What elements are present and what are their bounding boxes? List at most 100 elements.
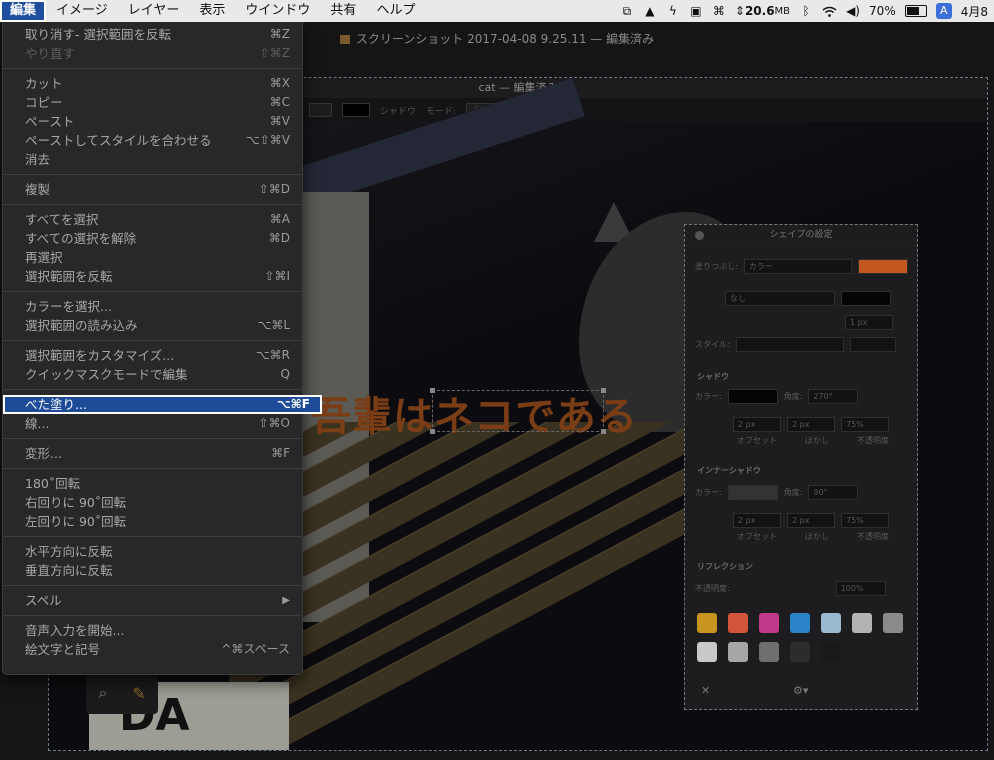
menu-item[interactable]: 取り消す- 選択範囲を反転 ⌘Z (3, 25, 302, 44)
menu-item[interactable]: 音声入力を開始... (3, 621, 302, 640)
menu-separator (3, 468, 302, 469)
menu-separator (3, 389, 302, 390)
menu-item-shortcut: ⇧⌘O (258, 416, 291, 430)
menu-edit[interactable]: 編集 (0, 0, 47, 22)
menu-item[interactable]: 再選択 (3, 248, 302, 267)
menu-item-label: カラーを選択... (25, 299, 112, 314)
battery-icon[interactable] (904, 5, 927, 17)
menu-item-shortcut: ⇧⌘Z (259, 46, 290, 60)
menu-item[interactable]: コピー ⌘C (3, 93, 302, 112)
menu-item[interactable]: 複製 ⇧⌘D (3, 180, 302, 199)
menu-item-shortcut: ⌥⇧⌘V (245, 133, 290, 147)
menu-item-shortcut: ⌘F (271, 446, 290, 460)
menu-separator (3, 291, 302, 292)
menu-item[interactable]: やり直す ⇧⌘Z (3, 44, 302, 63)
menu-item[interactable]: べた塗り... ⌥⌘F (3, 395, 322, 414)
menu-item-shortcut: ⌥⌘L (257, 318, 290, 332)
menu-item-label: コピー (25, 95, 63, 110)
menu-item-shortcut: ⌥⌘F (276, 397, 310, 411)
menu-item[interactable]: 水平方向に反転 (3, 542, 302, 561)
menu-item-label: 取り消す- 選択範囲を反転 (25, 27, 171, 42)
menu-separator (3, 615, 302, 616)
menu-item-label: すべてを選択 (25, 212, 99, 227)
drive-icon[interactable]: ▲ (643, 3, 657, 19)
menu-item-label: 変形... (25, 446, 62, 461)
input-source-icon[interactable]: A (935, 3, 952, 19)
menu-layer[interactable]: レイヤー (118, 0, 190, 22)
menu-item-label: べた塗り... (25, 397, 87, 412)
menu-item[interactable]: 180˚回転 (3, 474, 302, 493)
menu-item-label: 複製 (25, 182, 51, 197)
clipboard-icon[interactable]: ▣ (689, 3, 703, 19)
menu-item[interactable]: カラーを選択... (3, 297, 302, 316)
command-icon[interactable]: ⌘ (712, 3, 726, 19)
submenu-arrow-icon: ▶ (282, 595, 290, 606)
menu-item-label: すべての選択を解除 (25, 231, 137, 246)
menu-separator (3, 68, 302, 69)
menu-separator (3, 438, 302, 439)
menu-item-label: 音声入力を開始... (25, 623, 125, 638)
battery-level (906, 7, 920, 15)
menu-item-label: 180˚回転 (25, 476, 81, 491)
menu-item-label: カット (25, 76, 63, 91)
edit-menu-dropdown: 取り消す- 選択範囲を反転 ⌘Z やり直す ⇧⌘Z カット ⌘X コピー ⌘C ペースト ⌘V ペー… (2, 22, 322, 675)
menu-item-label: 選択範囲を反転 (25, 269, 113, 284)
menu-item-shortcut: ⇧⌘D (258, 182, 290, 196)
menu-item[interactable]: 線... ⇧⌘O (3, 414, 302, 433)
menu-item-shortcut: ^⌘スペース (221, 642, 290, 656)
menu-item[interactable]: カット ⌘X (3, 74, 302, 93)
menu-item-label: スペル (25, 593, 62, 608)
menu-item-label: 右回りに 90˚回転 (25, 495, 127, 510)
menu-item-label: 絵文字と記号 (25, 642, 101, 657)
menu-bar: 編集 イメージ レイヤー 表示 ウインドウ 共有 ヘルプ ⧉ ▲ ϟ ▣ ⌘ ⇕… (0, 0, 994, 22)
menu-item-shortcut: ⌘D (268, 231, 290, 245)
menu-item[interactable]: スペル ▶ (3, 591, 302, 610)
menu-view[interactable]: 表示 (189, 0, 235, 22)
menu-item[interactable]: 垂直方向に反転 (3, 561, 302, 580)
menu-separator (3, 340, 302, 341)
menu-item-label: クイックマスクモードで編集 (25, 367, 188, 382)
menu-item-label: 垂直方向に反転 (25, 563, 113, 578)
network-speed-unit: MB (774, 5, 791, 17)
menu-item[interactable]: すべてを選択 ⌘A (3, 210, 302, 229)
menu-separator (3, 585, 302, 586)
screen-share-icon[interactable]: ⧉ (620, 3, 634, 19)
menu-item-label: ペーストしてスタイルを合わせる (25, 133, 212, 148)
menu-item-shortcut: ⌘V (269, 114, 290, 128)
menu-item-label: 水平方向に反転 (25, 544, 113, 559)
menu-share[interactable]: 共有 (320, 0, 366, 22)
menu-item[interactable]: 右回りに 90˚回転 (3, 493, 302, 512)
menu-item[interactable]: 選択範囲をカスタマイズ... ⌥⌘R (3, 346, 302, 365)
menu-item-label: 選択範囲の読み込み (25, 318, 138, 333)
menu-image[interactable]: イメージ (46, 0, 118, 22)
network-speed[interactable]: ⇕ 20.6 MB (735, 3, 790, 19)
battery-percent: 70% (869, 4, 896, 18)
menu-item-label: 再選択 (25, 250, 63, 265)
menu-item[interactable]: 絵文字と記号 ^⌘スペース (3, 640, 302, 659)
menu-item[interactable]: ペーストしてスタイルを合わせる ⌥⇧⌘V (3, 131, 302, 150)
wifi-icon[interactable] (822, 3, 837, 19)
menu-item-label: 選択範囲をカスタマイズ... (25, 348, 175, 363)
lightning-icon[interactable]: ϟ (666, 3, 680, 19)
menu-item-shortcut: ⌘Z (269, 27, 290, 41)
volume-icon[interactable]: ◀) (846, 3, 860, 19)
menu-item-shortcut: ⌘X (269, 76, 290, 90)
menu-window[interactable]: ウインドウ (235, 0, 320, 22)
menu-item-label: 左回りに 90˚回転 (25, 514, 127, 529)
menu-help[interactable]: ヘルプ (366, 0, 425, 22)
status-area: ⧉ ▲ ϟ ▣ ⌘ ⇕ 20.6 MB ᛒ ◀) 70% A 4月8 (620, 0, 994, 22)
menu-item[interactable]: 変形... ⌘F (3, 444, 302, 463)
bluetooth-icon[interactable]: ᛒ (799, 3, 813, 19)
menu-item[interactable]: 消去 (3, 150, 302, 169)
menu-item[interactable]: 選択範囲を反転 ⇧⌘I (3, 267, 302, 286)
clock-date[interactable]: 4月8 (961, 3, 988, 20)
menu-separator (3, 204, 302, 205)
menu-item[interactable]: クイックマスクモードで編集 Q (3, 365, 302, 384)
menu-item[interactable]: 選択範囲の読み込み ⌥⌘L (3, 316, 302, 335)
menu-item[interactable]: 左回りに 90˚回転 (3, 512, 302, 531)
menu-item-label: やり直す (25, 46, 76, 61)
menu-item-shortcut: ⌘A (269, 212, 290, 226)
menu-item[interactable]: ペースト ⌘V (3, 112, 302, 131)
menu-item[interactable]: すべての選択を解除 ⌘D (3, 229, 302, 248)
menu-separator (3, 174, 302, 175)
